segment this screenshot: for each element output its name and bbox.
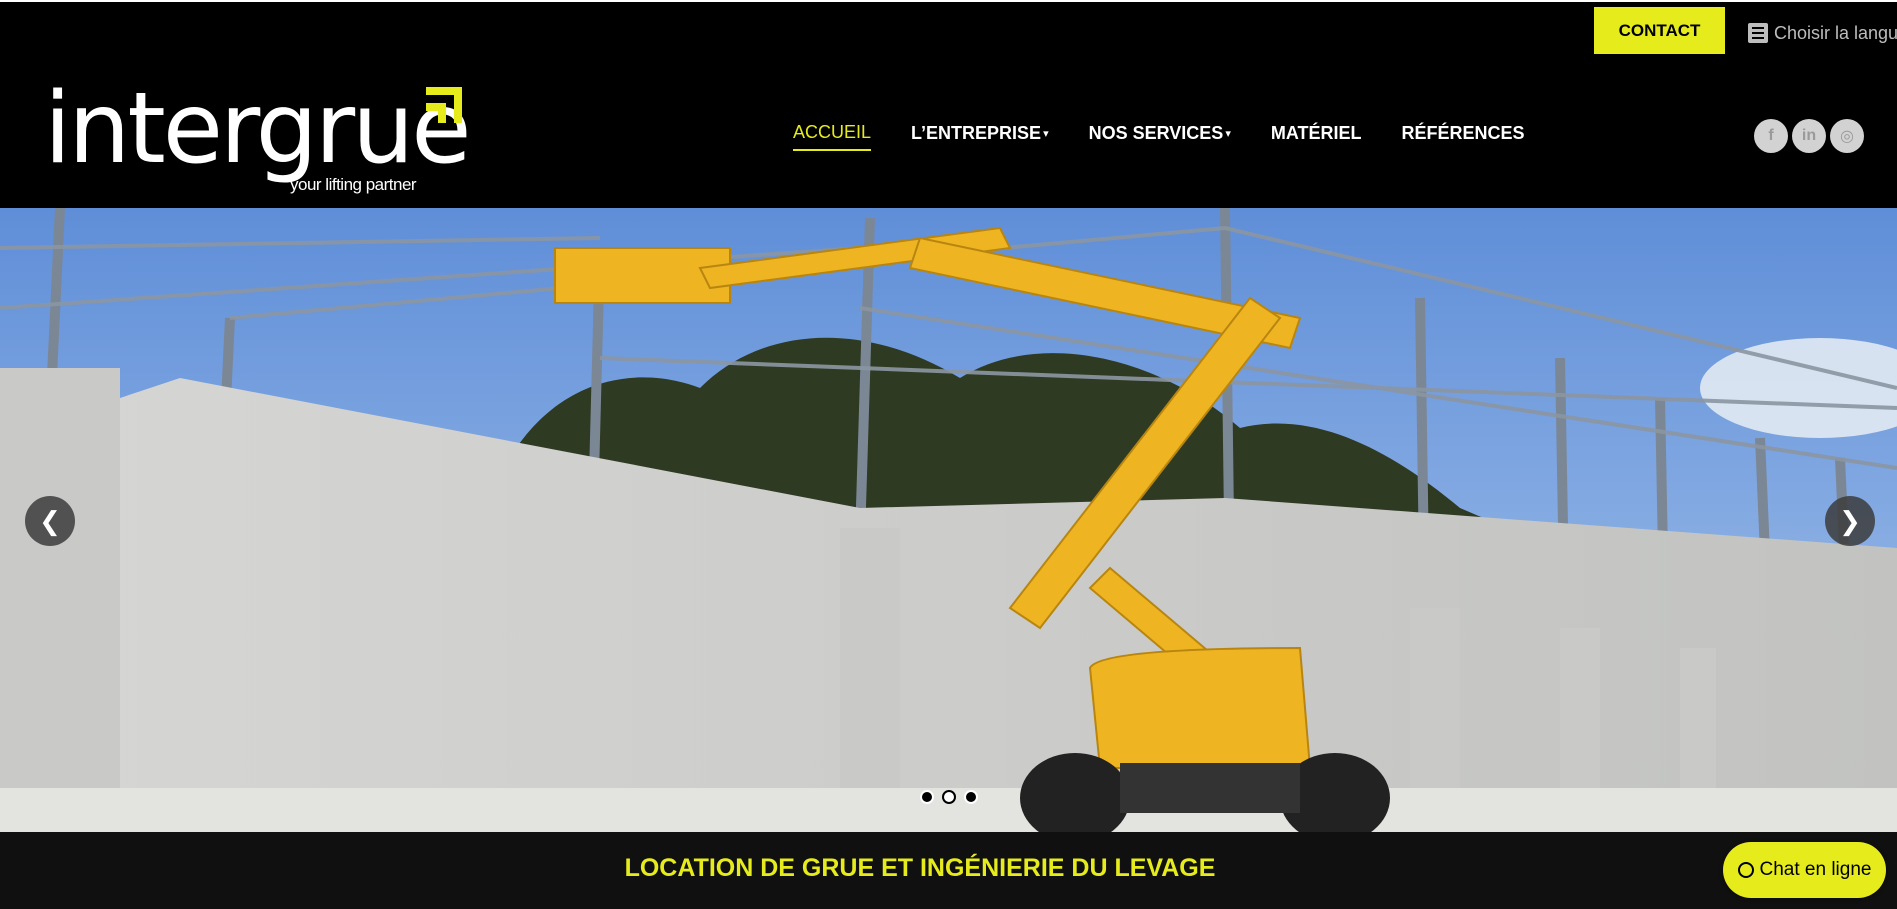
logo-arrow-icon bbox=[426, 87, 462, 123]
instagram-icon[interactable]: ◎ bbox=[1830, 119, 1864, 153]
band-title: LOCATION DE GRUE ET INGÉNIERIE DU LEVAGE bbox=[624, 854, 1216, 882]
nav-item-entreprise[interactable]: L’ENTREPRISE ▾ bbox=[911, 122, 1049, 151]
chat-label: Chat en ligne bbox=[1759, 859, 1872, 880]
logo-wordmark: intergrue bbox=[44, 72, 472, 186]
nav-label: ACCUEIL bbox=[793, 122, 872, 142]
social-links: f in ◎ bbox=[1754, 119, 1864, 153]
nav-item-materiel[interactable]: MATÉRIEL bbox=[1271, 122, 1362, 151]
slider-next-button[interactable]: ❯ bbox=[1825, 496, 1875, 546]
logo[interactable]: intergrue your lifting partner bbox=[44, 80, 474, 200]
whatsapp-icon bbox=[1737, 862, 1754, 878]
nav-label: RÉFÉRENCES bbox=[1401, 123, 1525, 143]
main-nav: ACCUEIL L’ENTREPRISE ▾ NOS SERVICES ▾ MA… bbox=[793, 122, 1565, 151]
list-icon bbox=[1748, 23, 1768, 43]
hero-slider: ❮ ❯ bbox=[0, 208, 1897, 832]
slider-dot-active[interactable] bbox=[942, 790, 956, 804]
language-label: Choisir la langue bbox=[1774, 22, 1897, 43]
nav-label: L’ENTREPRISE bbox=[911, 123, 1042, 143]
chevron-down-icon: ▾ bbox=[1225, 128, 1231, 140]
chevron-down-icon: ▾ bbox=[1043, 128, 1049, 140]
facebook-icon[interactable]: f bbox=[1754, 119, 1788, 153]
slider-prev-button[interactable]: ❮ bbox=[25, 496, 75, 546]
tagline-band: LOCATION DE GRUE ET INGÉNIERIE DU LEVAGE bbox=[0, 832, 1897, 909]
nav-item-services[interactable]: NOS SERVICES ▾ bbox=[1089, 122, 1231, 151]
slider-dot[interactable] bbox=[964, 790, 978, 804]
chat-button[interactable]: Chat en ligne bbox=[1723, 842, 1886, 898]
site-header: CONTACT Choisir la langue intergrue your… bbox=[0, 2, 1897, 208]
nav-item-accueil[interactable]: ACCUEIL bbox=[793, 122, 872, 151]
nav-item-references[interactable]: RÉFÉRENCES bbox=[1402, 122, 1525, 151]
slider-dots bbox=[920, 790, 978, 804]
nav-label: MATÉRIEL bbox=[1270, 123, 1362, 143]
logo-tagline: your lifting partner bbox=[290, 175, 417, 194]
nav-label: NOS SERVICES bbox=[1088, 123, 1224, 143]
language-selector[interactable]: Choisir la langue bbox=[1748, 20, 1897, 46]
contact-button[interactable]: CONTACT bbox=[1594, 7, 1725, 54]
slider-dot[interactable] bbox=[920, 790, 934, 804]
hero-image bbox=[0, 208, 1897, 832]
linkedin-icon[interactable]: in bbox=[1792, 119, 1826, 153]
